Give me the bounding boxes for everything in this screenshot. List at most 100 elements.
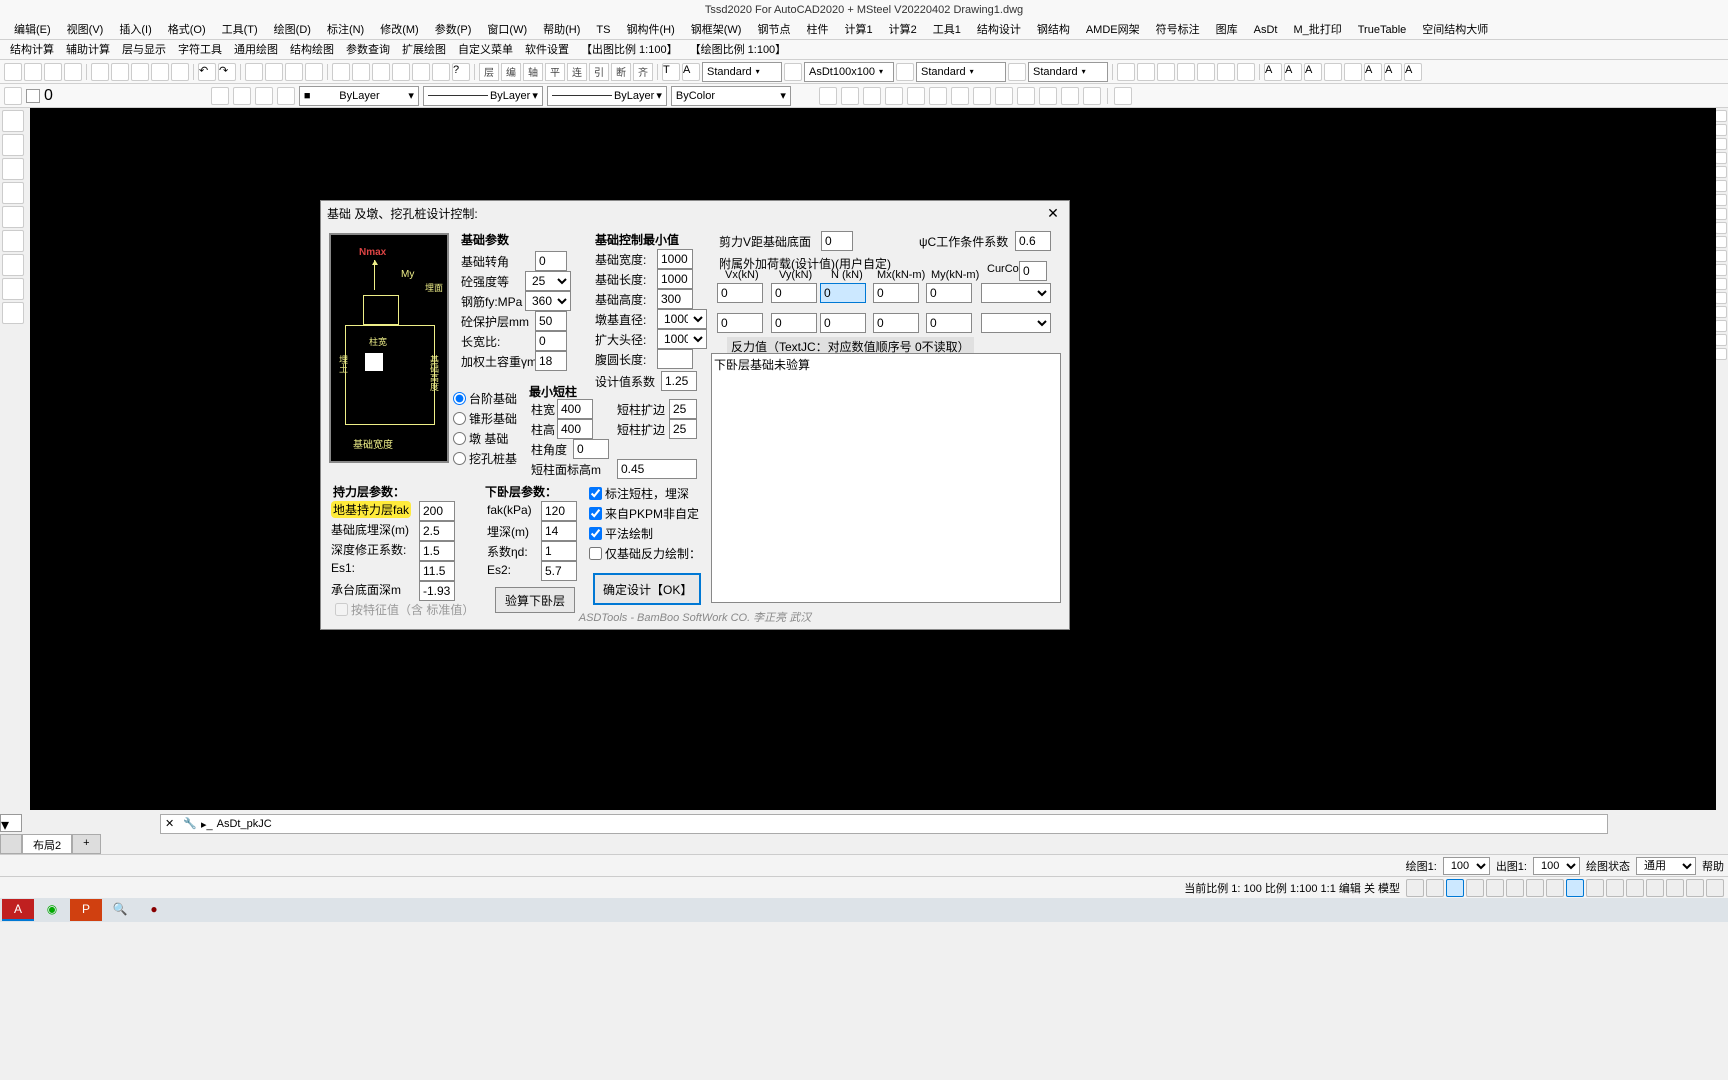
- modify-icon[interactable]: [907, 87, 925, 105]
- step-foundation-radio[interactable]: 台阶基础: [453, 390, 517, 407]
- help-icon[interactable]: ?: [452, 63, 470, 81]
- sec-menu-item[interactable]: 自定义菜单: [452, 40, 519, 59]
- palette-icon[interactable]: [1715, 278, 1727, 290]
- dim-icon[interactable]: [784, 63, 802, 81]
- mx-input[interactable]: [873, 283, 919, 303]
- tool-icon[interactable]: [44, 63, 62, 81]
- tool-icon[interactable]: [392, 63, 410, 81]
- tool-icon[interactable]: [352, 63, 370, 81]
- palette-icon[interactable]: [1715, 124, 1727, 136]
- dim-tool-icon[interactable]: [1217, 63, 1235, 81]
- draw-tool-icon[interactable]: [2, 278, 24, 300]
- close-icon[interactable]: ✕: [1043, 203, 1063, 223]
- palette-icon[interactable]: [1715, 180, 1727, 192]
- palette-icon[interactable]: [1715, 320, 1727, 332]
- wechat-taskbar-icon[interactable]: ◉: [36, 899, 68, 921]
- palette-icon[interactable]: [1715, 208, 1727, 220]
- depth-factor-input[interactable]: [419, 541, 455, 561]
- polar-icon[interactable]: [1466, 879, 1484, 897]
- min-length-input[interactable]: [657, 269, 693, 289]
- tool-icon[interactable]: [64, 63, 82, 81]
- palette-icon[interactable]: [1715, 138, 1727, 150]
- etad-input[interactable]: [541, 541, 577, 561]
- layer-tool-icon[interactable]: [233, 87, 251, 105]
- tool-icon[interactable]: [372, 63, 390, 81]
- tool-icon[interactable]: [305, 63, 323, 81]
- ext2-input[interactable]: [669, 419, 697, 439]
- annot-icon[interactable]: A: [1404, 63, 1422, 81]
- close-icon[interactable]: ✕: [165, 817, 179, 831]
- vy2-input[interactable]: [771, 313, 817, 333]
- dim-tool-icon[interactable]: [1157, 63, 1175, 81]
- powerpoint-taskbar-icon[interactable]: P: [70, 899, 102, 921]
- menu-item[interactable]: 参数(P): [427, 20, 480, 39]
- units-icon[interactable]: [1626, 879, 1644, 897]
- modify-icon[interactable]: [819, 87, 837, 105]
- top-elev-input[interactable]: [617, 459, 697, 479]
- vx-input[interactable]: [717, 283, 763, 303]
- palette-icon[interactable]: [1715, 264, 1727, 276]
- flat-draw-checkbox[interactable]: 平法绘制: [589, 525, 653, 542]
- tool-icon[interactable]: [285, 63, 303, 81]
- mx2-input[interactable]: [873, 313, 919, 333]
- rebar-fy-select[interactable]: 360: [525, 291, 571, 311]
- es2-input[interactable]: [541, 561, 577, 581]
- rotation-input[interactable]: [535, 251, 567, 271]
- menu-item[interactable]: 格式(O): [160, 20, 214, 39]
- menu-item[interactable]: 符号标注: [1148, 20, 1208, 39]
- annot-icon[interactable]: [1344, 63, 1362, 81]
- reaction-only-checkbox[interactable]: 仅基础反力绘制：: [589, 545, 701, 562]
- palette-icon[interactable]: [1715, 166, 1727, 178]
- shear-dist-input[interactable]: [821, 231, 853, 251]
- palette-icon[interactable]: [1715, 306, 1727, 318]
- annotate-shortcol-checkbox[interactable]: 标注短柱，埋深: [589, 485, 689, 502]
- modify-icon[interactable]: [1114, 87, 1132, 105]
- menu-item[interactable]: 柱件: [798, 20, 836, 39]
- modify-icon[interactable]: [1017, 87, 1035, 105]
- load-select-2[interactable]: [981, 313, 1051, 333]
- sec-menu-item[interactable]: 辅助计算: [60, 40, 116, 59]
- pier-diameter-select[interactable]: 1000: [657, 309, 707, 329]
- menu-item[interactable]: 钢构件(H): [618, 20, 682, 39]
- load-select-1[interactable]: [981, 283, 1051, 303]
- menu-item[interactable]: 计算1: [836, 20, 880, 39]
- tool-icon[interactable]: [24, 63, 42, 81]
- dim-tool-icon[interactable]: [1177, 63, 1195, 81]
- edit-tool-icon[interactable]: 编: [501, 63, 521, 81]
- vy-input[interactable]: [771, 283, 817, 303]
- layer-tool-icon[interactable]: [211, 87, 229, 105]
- annot-icon[interactable]: [1324, 63, 1342, 81]
- mleader-style-select[interactable]: Standard▾: [1028, 62, 1108, 82]
- draw-tool-icon[interactable]: [2, 158, 24, 180]
- dim-tool-icon[interactable]: [1237, 63, 1255, 81]
- table-style-select[interactable]: Standard▾: [916, 62, 1006, 82]
- modify-icon[interactable]: [995, 87, 1013, 105]
- sec-menu-item[interactable]: 【绘图比例 1:100】: [684, 40, 793, 59]
- cap-bottom-input[interactable]: [419, 581, 455, 601]
- my2-input[interactable]: [926, 313, 972, 333]
- menu-item[interactable]: 插入(I): [111, 20, 159, 39]
- n2-input[interactable]: [820, 313, 866, 333]
- grid-icon[interactable]: [1406, 879, 1424, 897]
- tool-icon[interactable]: [332, 63, 350, 81]
- ok-button[interactable]: 确定设计【OK】: [593, 573, 701, 605]
- draw-scale-select[interactable]: 100: [1443, 857, 1490, 875]
- layer-color-select[interactable]: ■ ByLayer▾: [299, 86, 419, 106]
- tool-icon[interactable]: [111, 63, 129, 81]
- bored-pile-radio[interactable]: 挖孔桩基: [453, 450, 517, 467]
- tool-icon[interactable]: [432, 63, 450, 81]
- soil-weight-input[interactable]: [535, 351, 567, 371]
- tool-icon[interactable]: [151, 63, 169, 81]
- draw-tool-icon[interactable]: [2, 206, 24, 228]
- modify-icon[interactable]: [929, 87, 947, 105]
- aspect-ratio-input[interactable]: [535, 331, 567, 351]
- palette-icon[interactable]: [1715, 110, 1727, 122]
- menu-item[interactable]: 工具(T): [214, 20, 266, 39]
- cleanscreen-icon[interactable]: [1706, 879, 1724, 897]
- dim-style-select[interactable]: AsDt100x100▾: [804, 62, 894, 82]
- min-height-input[interactable]: [657, 289, 693, 309]
- annot-icon[interactable]: A: [1264, 63, 1282, 81]
- fak-input[interactable]: [419, 501, 455, 521]
- sec-menu-item[interactable]: 【出图比例 1:100】: [575, 40, 684, 59]
- cone-foundation-radio[interactable]: 锥形基础: [453, 410, 517, 427]
